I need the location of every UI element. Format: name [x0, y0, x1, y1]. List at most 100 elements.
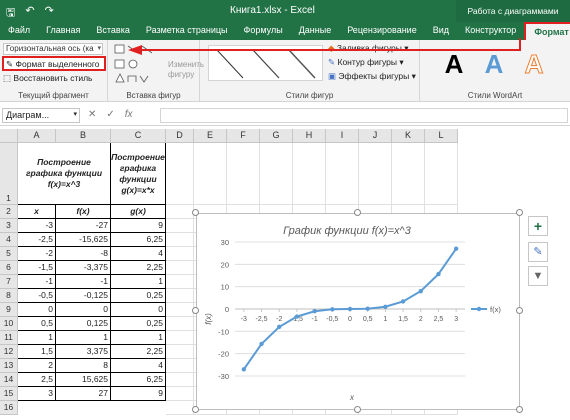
column-header[interactable]: L — [425, 129, 458, 143]
shape-fill-button[interactable]: ◆ Заливка фигуры ▾ — [328, 43, 408, 54]
cell[interactable]: g(x) — [111, 205, 166, 219]
chart-elements-button[interactable]: + — [528, 216, 548, 236]
column-header[interactable]: K — [392, 129, 425, 143]
row-header[interactable]: 3 — [0, 219, 18, 233]
cell[interactable]: 27 — [56, 387, 111, 401]
cell[interactable]: 1 — [18, 331, 56, 345]
cell[interactable]: 1,5 — [18, 345, 56, 359]
cell[interactable] — [166, 219, 194, 233]
cell[interactable]: 1 — [56, 331, 111, 345]
cell[interactable]: 1 — [111, 331, 166, 345]
tab-0[interactable]: Файл — [0, 22, 38, 40]
row-header[interactable]: 15 — [0, 387, 18, 401]
cell[interactable]: -1 — [18, 275, 56, 289]
shape-effects-button[interactable]: ▣ Эффекты фигуры ▾ — [328, 71, 416, 82]
cell[interactable]: -0,5 — [18, 289, 56, 303]
cell[interactable] — [166, 143, 194, 205]
column-header[interactable]: B — [56, 129, 111, 143]
cell[interactable] — [166, 345, 194, 359]
row-header[interactable]: 13 — [0, 359, 18, 373]
cell[interactable] — [166, 205, 194, 219]
shape-outline-button[interactable]: ✎ Контур фигуры ▾ — [328, 57, 404, 68]
chart-resize-handle[interactable] — [516, 307, 523, 314]
cell[interactable]: -2 — [18, 247, 56, 261]
cell[interactable]: 2,5 — [18, 373, 56, 387]
cell[interactable] — [359, 143, 392, 205]
edit-shape-button[interactable]: Изменить фигуру — [168, 60, 204, 80]
row-header[interactable]: 12 — [0, 345, 18, 359]
cell[interactable] — [227, 143, 260, 205]
cell[interactable] — [166, 275, 194, 289]
chart-styles-button[interactable]: ✎ — [528, 242, 548, 262]
column-header[interactable]: I — [326, 129, 359, 143]
cell[interactable]: -0,125 — [56, 289, 111, 303]
cell[interactable]: -15,625 — [56, 233, 111, 247]
chart-resize-handle[interactable] — [192, 209, 199, 216]
cell-header-gx[interactable]: Построение графика функции g(x)=x*x — [111, 143, 166, 205]
cell[interactable]: -3 — [18, 219, 56, 233]
cell[interactable] — [194, 143, 227, 205]
cell[interactable] — [260, 143, 293, 205]
cell[interactable]: 6,25 — [111, 233, 166, 247]
column-header[interactable]: C — [111, 129, 166, 143]
wordart-style-black[interactable]: A — [436, 48, 472, 80]
cell[interactable] — [293, 143, 326, 205]
cell[interactable]: 2,25 — [111, 261, 166, 275]
row-header[interactable]: 7 — [0, 275, 18, 289]
chart-area[interactable]: 30 20 10 0 -10 -20 -30 -3 -2,5 -2 -1,5 -1 -0,5 0 0,5 1 1… — [196, 213, 520, 410]
row-header[interactable]: 5 — [0, 247, 18, 261]
row-header[interactable]: 4 — [0, 233, 18, 247]
cell[interactable]: -27 — [56, 219, 111, 233]
cell[interactable]: 4 — [111, 359, 166, 373]
cell[interactable]: 0 — [111, 303, 166, 317]
row-header[interactable]: 16 — [0, 401, 18, 415]
chart-resize-handle[interactable] — [354, 406, 361, 413]
cell[interactable]: 2 — [18, 359, 56, 373]
redo-icon[interactable]: ↷ — [45, 4, 54, 23]
cell[interactable] — [166, 261, 194, 275]
cell[interactable] — [166, 303, 194, 317]
row-header[interactable]: 14 — [0, 373, 18, 387]
column-header[interactable]: F — [227, 129, 260, 143]
cell[interactable]: 4 — [111, 247, 166, 261]
enter-icon[interactable]: ✓ — [106, 109, 114, 120]
select-all-corner[interactable] — [0, 129, 18, 143]
cell[interactable]: -3,375 — [56, 261, 111, 275]
fx-icon[interactable]: fx — [125, 109, 133, 120]
column-header[interactable]: H — [293, 129, 326, 143]
row-header[interactable]: 8 — [0, 289, 18, 303]
tab-4[interactable]: Формулы — [236, 22, 291, 40]
tab-6[interactable]: Рецензирование — [339, 22, 425, 40]
cell[interactable]: 0 — [18, 303, 56, 317]
cell[interactable]: 3 — [18, 387, 56, 401]
column-header[interactable]: D — [166, 129, 194, 143]
chart-resize-handle[interactable] — [192, 406, 199, 413]
cell-header-fx[interactable]: Построение графика функции f(x)=x^3 — [18, 143, 111, 205]
save-icon[interactable]: 🖫 — [6, 4, 15, 23]
cell[interactable]: 0,25 — [111, 317, 166, 331]
name-box[interactable]: Диаграм... ▾ — [2, 108, 80, 123]
row-header[interactable]: 10 — [0, 317, 18, 331]
cell[interactable]: 0 — [56, 303, 111, 317]
shape-styles-gallery[interactable] — [208, 45, 323, 81]
chart-element-select[interactable]: Горизонтальная ось (ка ▾ — [3, 43, 103, 55]
cell[interactable]: x — [18, 205, 56, 219]
cell[interactable]: -8 — [56, 247, 111, 261]
cancel-icon[interactable]: ✕ — [88, 109, 96, 120]
cell[interactable]: 0,5 — [18, 317, 56, 331]
shapes-gallery[interactable] — [114, 44, 162, 86]
row-header[interactable]: 6 — [0, 261, 18, 275]
cell[interactable] — [166, 331, 194, 345]
cell[interactable] — [166, 373, 194, 387]
chart-resize-handle[interactable] — [516, 406, 523, 413]
tab-5[interactable]: Данные — [291, 22, 340, 40]
row-header[interactable]: 9 — [0, 303, 18, 317]
cell[interactable] — [425, 143, 458, 205]
chart-filters-button[interactable]: ▼ — [528, 266, 548, 286]
row-header[interactable]: 1 — [0, 143, 18, 205]
cell[interactable] — [166, 247, 194, 261]
chart-resize-handle[interactable] — [192, 307, 199, 314]
row-header[interactable]: 11 — [0, 331, 18, 345]
cell[interactable] — [326, 143, 359, 205]
column-header[interactable]: G — [260, 129, 293, 143]
